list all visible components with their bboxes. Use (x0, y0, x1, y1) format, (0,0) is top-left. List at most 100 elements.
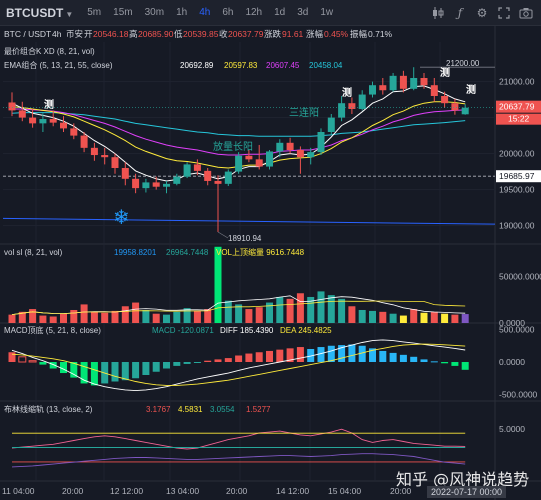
info-low-label: 低 (174, 29, 183, 39)
candle-body (183, 164, 191, 177)
candle-body (173, 176, 181, 184)
ema-value: 20458.04 (309, 61, 343, 70)
symbol-selector[interactable]: BTCUSDT ▼ (0, 6, 81, 20)
tab-12h[interactable]: 12h (239, 7, 268, 18)
ema-value: 20692.89 (180, 61, 214, 70)
current-price-label: 20637.79 (499, 102, 535, 112)
candle-body (101, 155, 109, 158)
info-close-label: 收 (219, 29, 228, 39)
volume-bar (461, 314, 469, 323)
info-change-label: 涨跌 (264, 29, 282, 39)
info-pair: BTC / USDT (4, 29, 51, 39)
volume-bar (60, 313, 67, 323)
tab-3d[interactable]: 3d (291, 7, 314, 18)
info-pct-label: 涨幅 (306, 29, 324, 39)
chevron-down-icon: ▼ (65, 9, 74, 19)
info-amp: 0.71% (368, 29, 393, 39)
tab-4h[interactable]: 4h (193, 7, 216, 18)
tab-1h[interactable]: 1h (170, 7, 193, 18)
volume-bar (152, 313, 160, 323)
macd-bar (348, 344, 356, 362)
countdown-label: 15:22 (508, 114, 530, 124)
info-exchange: 币安 (66, 29, 83, 39)
candle-body (317, 132, 325, 153)
info-high-label: 高 (129, 29, 138, 39)
candle-body (39, 119, 47, 124)
kxd-legend: 最价组合K XD (8, 21, vol) (4, 46, 95, 56)
macd-tick-label: 500.0000 (499, 325, 535, 335)
symbol-label: BTCUSDT (6, 5, 64, 20)
macd-bar (111, 362, 119, 382)
candle-body (389, 75, 397, 91)
candlestick-type-icon[interactable] (427, 3, 449, 23)
ema-value: 20607.45 (266, 61, 300, 70)
macd-bar (410, 356, 418, 362)
price-tick-label: 21000.00 (499, 77, 535, 87)
macd-bar (183, 362, 191, 364)
volume-bar (245, 309, 253, 323)
volume-bar (121, 306, 129, 323)
info-change: 91.61 (282, 29, 304, 39)
info-bar: BTC / USDT 4h 币安开 20546.18 高 20685.90 低 20539.8… (4, 29, 393, 39)
boll-panel (11, 428, 466, 468)
volume-bar (49, 316, 57, 323)
boll-tick-label: 5.0000 (499, 424, 525, 434)
settings-icon[interactable]: ⚙ (471, 3, 493, 23)
fullscreen-icon[interactable] (493, 3, 515, 23)
macd-tick-label: -500.0000 (499, 390, 538, 400)
volume-bar (399, 315, 407, 323)
volume-bar (379, 311, 387, 323)
volume-bar (420, 312, 428, 323)
macd-bar (204, 360, 212, 362)
candle-body (430, 85, 438, 96)
macd-bar (266, 350, 273, 362)
volume-bar (327, 295, 335, 323)
macd-bar (451, 362, 459, 366)
volume-bar (296, 293, 304, 323)
screenshot-icon[interactable] (515, 3, 537, 23)
candle-body (286, 142, 294, 150)
candle-body (266, 151, 273, 167)
timeframe-tabs: 5m 15m 30m 1h 4h 6h 12h 1d 3d 1w (81, 7, 339, 18)
candle-body (214, 180, 222, 184)
price-tick-label: 19500.00 (499, 185, 535, 195)
vol-extra: VOL上顶缩量 9616.7448 (216, 247, 305, 257)
macd-bar (18, 356, 27, 363)
macd-bar (142, 362, 150, 375)
macd-bar (60, 362, 67, 374)
tab-1d[interactable]: 1d (268, 7, 291, 18)
volume-bar (214, 246, 222, 323)
candle-body (8, 102, 16, 111)
time-tick-label: 13 04:00 (166, 486, 199, 496)
volume-bar (451, 314, 459, 323)
macd-bar (8, 352, 16, 362)
tab-5m[interactable]: 5m (81, 7, 107, 18)
info-open: 20546.18 (93, 29, 129, 39)
toolbar-tools: ƒ ⚙ (427, 3, 541, 23)
tab-6h[interactable]: 6h (216, 7, 239, 18)
candle-body (276, 142, 284, 152)
tab-15m[interactable]: 15m (107, 7, 138, 18)
volume-bar (193, 310, 201, 323)
candle-body (369, 85, 376, 95)
low-marker-line (217, 231, 229, 239)
low-price-label: 18910.94 (228, 234, 262, 243)
tab-30m[interactable]: 30m (139, 7, 170, 18)
time-tick-label: 14 12:00 (276, 486, 309, 496)
macd-diff-value: DIFF 185.4390 (220, 326, 274, 335)
chart-area[interactable]: 21200.0018910.94三连阳放量长阳测测测测❄ 21000.00 205… (0, 26, 541, 500)
macd-bar (214, 359, 222, 362)
volume-bar (29, 309, 37, 323)
candle-body (245, 155, 253, 160)
macd-bar (152, 362, 160, 372)
volume-surge-label: 放量长阳 (213, 140, 253, 153)
price-panel: 21200.0018910.94三连阳放量长阳测测测测❄ (2, 59, 496, 243)
tab-1w[interactable]: 1w (314, 7, 339, 18)
volume-bar (224, 300, 232, 323)
candle-body (379, 85, 387, 91)
macd-dea-value: DEA 245.4825 (280, 326, 332, 335)
indicator-fx-icon[interactable]: ƒ (449, 3, 471, 23)
macd-macd-value: MACD -120.0871 (152, 326, 214, 335)
macd-bar (461, 362, 469, 370)
time-tick-label: 15 04:00 (328, 486, 361, 496)
